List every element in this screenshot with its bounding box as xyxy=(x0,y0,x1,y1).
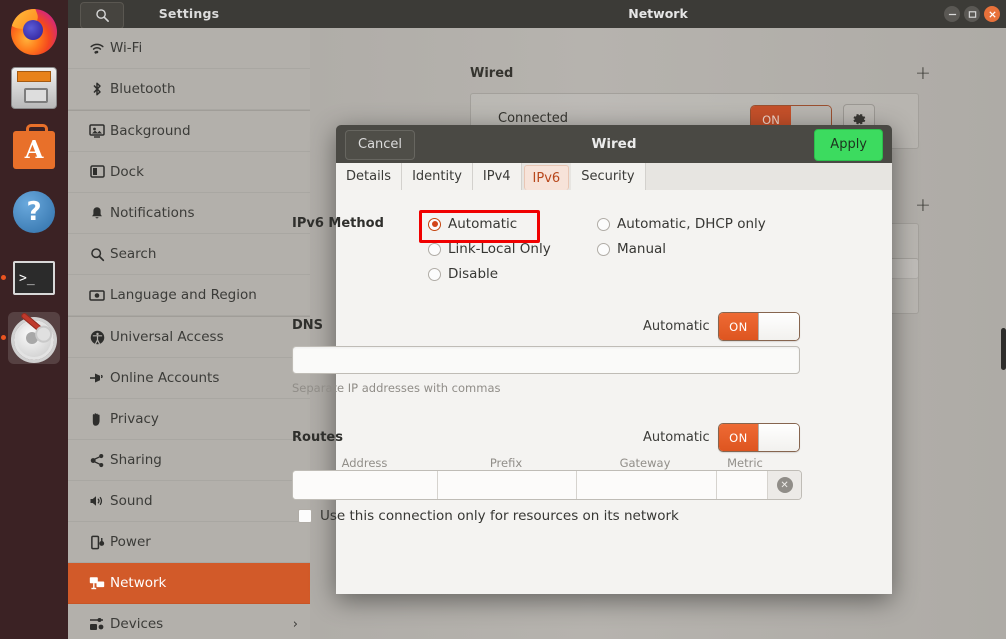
tab-identity[interactable]: Identity xyxy=(402,163,473,190)
chevron-right-icon: › xyxy=(293,617,298,632)
sidebar-item-label: Search xyxy=(110,246,310,262)
network-titlebar: Network xyxy=(310,0,1006,28)
cancel-button[interactable]: Cancel xyxy=(345,130,415,160)
sidebar-item-label: Language and Region xyxy=(110,287,310,303)
network-window-title: Network xyxy=(310,0,1006,28)
network-icon xyxy=(84,576,110,590)
firefox-icon xyxy=(11,9,57,55)
dock-icon xyxy=(84,165,110,179)
maximize-icon xyxy=(968,10,977,19)
panel-scrollbar[interactable] xyxy=(1001,328,1006,370)
dock-item-firefox[interactable] xyxy=(8,6,60,58)
files-icon xyxy=(11,67,57,109)
accessibility-icon xyxy=(84,330,110,345)
dock-item-help[interactable]: ? xyxy=(8,186,60,238)
close-icon xyxy=(988,10,997,19)
search-icon xyxy=(84,247,110,262)
sidebar-item-label: Online Accounts xyxy=(110,370,310,386)
sidebar-item-background[interactable]: Background xyxy=(68,111,310,152)
power-icon xyxy=(84,535,110,550)
settings-wrench-gear-icon xyxy=(12,316,56,360)
sidebar-item-sound[interactable]: Sound xyxy=(68,481,310,522)
running-indicator-terminal xyxy=(1,275,6,280)
online-accounts-icon xyxy=(84,371,110,385)
sidebar-item-dock[interactable]: Dock xyxy=(68,152,310,193)
ubuntu-software-icon xyxy=(13,131,55,169)
dock-item-ubuntu-software[interactable] xyxy=(8,124,60,176)
dialog-title: Wired xyxy=(336,125,892,163)
terminal-icon: >_ xyxy=(13,261,55,295)
sidebar-item-label: Privacy xyxy=(110,411,310,427)
sidebar-item-label: Bluetooth xyxy=(110,81,310,97)
tab-ipv4[interactable]: IPv4 xyxy=(473,163,522,190)
sidebar-item-devices[interactable]: Devices › xyxy=(68,604,310,639)
dialog-body xyxy=(336,190,892,594)
sidebar-item-label: Sharing xyxy=(110,452,310,468)
sidebar-item-label: Universal Access xyxy=(110,329,310,345)
sidebar-item-sharing[interactable]: Sharing xyxy=(68,440,310,481)
minimize-icon xyxy=(948,10,957,19)
wired-section-title: Wired xyxy=(470,66,513,81)
speaker-icon xyxy=(84,494,110,508)
sidebar-item-label: Network xyxy=(110,575,310,591)
bell-icon xyxy=(84,206,110,221)
dock-item-terminal[interactable]: >_ xyxy=(8,252,60,304)
search-icon xyxy=(95,8,110,23)
sidebar-item-label: Dock xyxy=(110,164,310,180)
devices-icon xyxy=(84,617,110,631)
sidebar-item-label: Background xyxy=(110,123,310,139)
dialog-header: Wired Cancel Apply xyxy=(336,125,892,163)
add-wired-connection-button[interactable]: + xyxy=(915,64,931,83)
wifi-icon xyxy=(84,41,110,55)
tab-security[interactable]: Security xyxy=(571,163,645,190)
sidebar-item-notifications[interactable]: Notifications xyxy=(68,193,310,234)
help-icon: ? xyxy=(13,191,55,233)
background-icon xyxy=(84,124,110,138)
apply-button[interactable]: Apply xyxy=(814,129,883,161)
ubuntu-dock: ? >_ xyxy=(0,0,68,639)
sidebar-item-universal-access[interactable]: Universal Access xyxy=(68,317,310,358)
maximize-button[interactable] xyxy=(964,6,980,22)
search-button[interactable] xyxy=(80,2,124,29)
wired-connection-dialog: Wired Cancel Apply Details Identity IPv4… xyxy=(336,125,892,594)
sidebar-item-power[interactable]: Power xyxy=(68,522,310,563)
sidebar-item-label: Devices xyxy=(110,616,293,632)
dialog-tab-bar[interactable]: Details Identity IPv4 IPv6 Security xyxy=(336,163,892,191)
tab-bar-filler xyxy=(646,163,892,190)
sidebar-item-language-and-region[interactable]: Language and Region xyxy=(68,275,310,316)
settings-sidebar[interactable]: Wi-Fi Bluetooth Background Dock No xyxy=(68,28,311,639)
sidebar-item-wi-fi[interactable]: Wi-Fi xyxy=(68,28,310,69)
sidebar-item-online-accounts[interactable]: Online Accounts xyxy=(68,358,310,399)
dock-item-settings[interactable] xyxy=(8,312,60,364)
close-button[interactable] xyxy=(984,6,1000,22)
add-connection-button-secondary[interactable]: + xyxy=(915,196,931,215)
sidebar-item-privacy[interactable]: Privacy xyxy=(68,399,310,440)
sharing-icon xyxy=(84,453,110,468)
privacy-hand-icon xyxy=(84,412,110,427)
tab-details[interactable]: Details xyxy=(336,163,402,190)
tab-ipv6[interactable]: IPv6 xyxy=(524,165,570,190)
sidebar-item-label: Wi-Fi xyxy=(110,40,310,56)
dock-item-files[interactable] xyxy=(8,62,60,114)
bluetooth-icon xyxy=(84,81,110,97)
language-icon xyxy=(84,289,110,302)
sidebar-item-network[interactable]: Network xyxy=(68,563,310,604)
sidebar-item-bluetooth[interactable]: Bluetooth xyxy=(68,69,310,110)
wired-status-label: Connected xyxy=(498,111,568,126)
minimize-button[interactable] xyxy=(944,6,960,22)
sidebar-item-search[interactable]: Search xyxy=(68,234,310,275)
sidebar-item-label: Notifications xyxy=(110,205,310,221)
sidebar-item-label: Sound xyxy=(110,493,310,509)
sidebar-item-label: Power xyxy=(110,534,310,550)
settings-titlebar: Settings xyxy=(68,0,310,28)
running-indicator-settings xyxy=(1,335,6,340)
